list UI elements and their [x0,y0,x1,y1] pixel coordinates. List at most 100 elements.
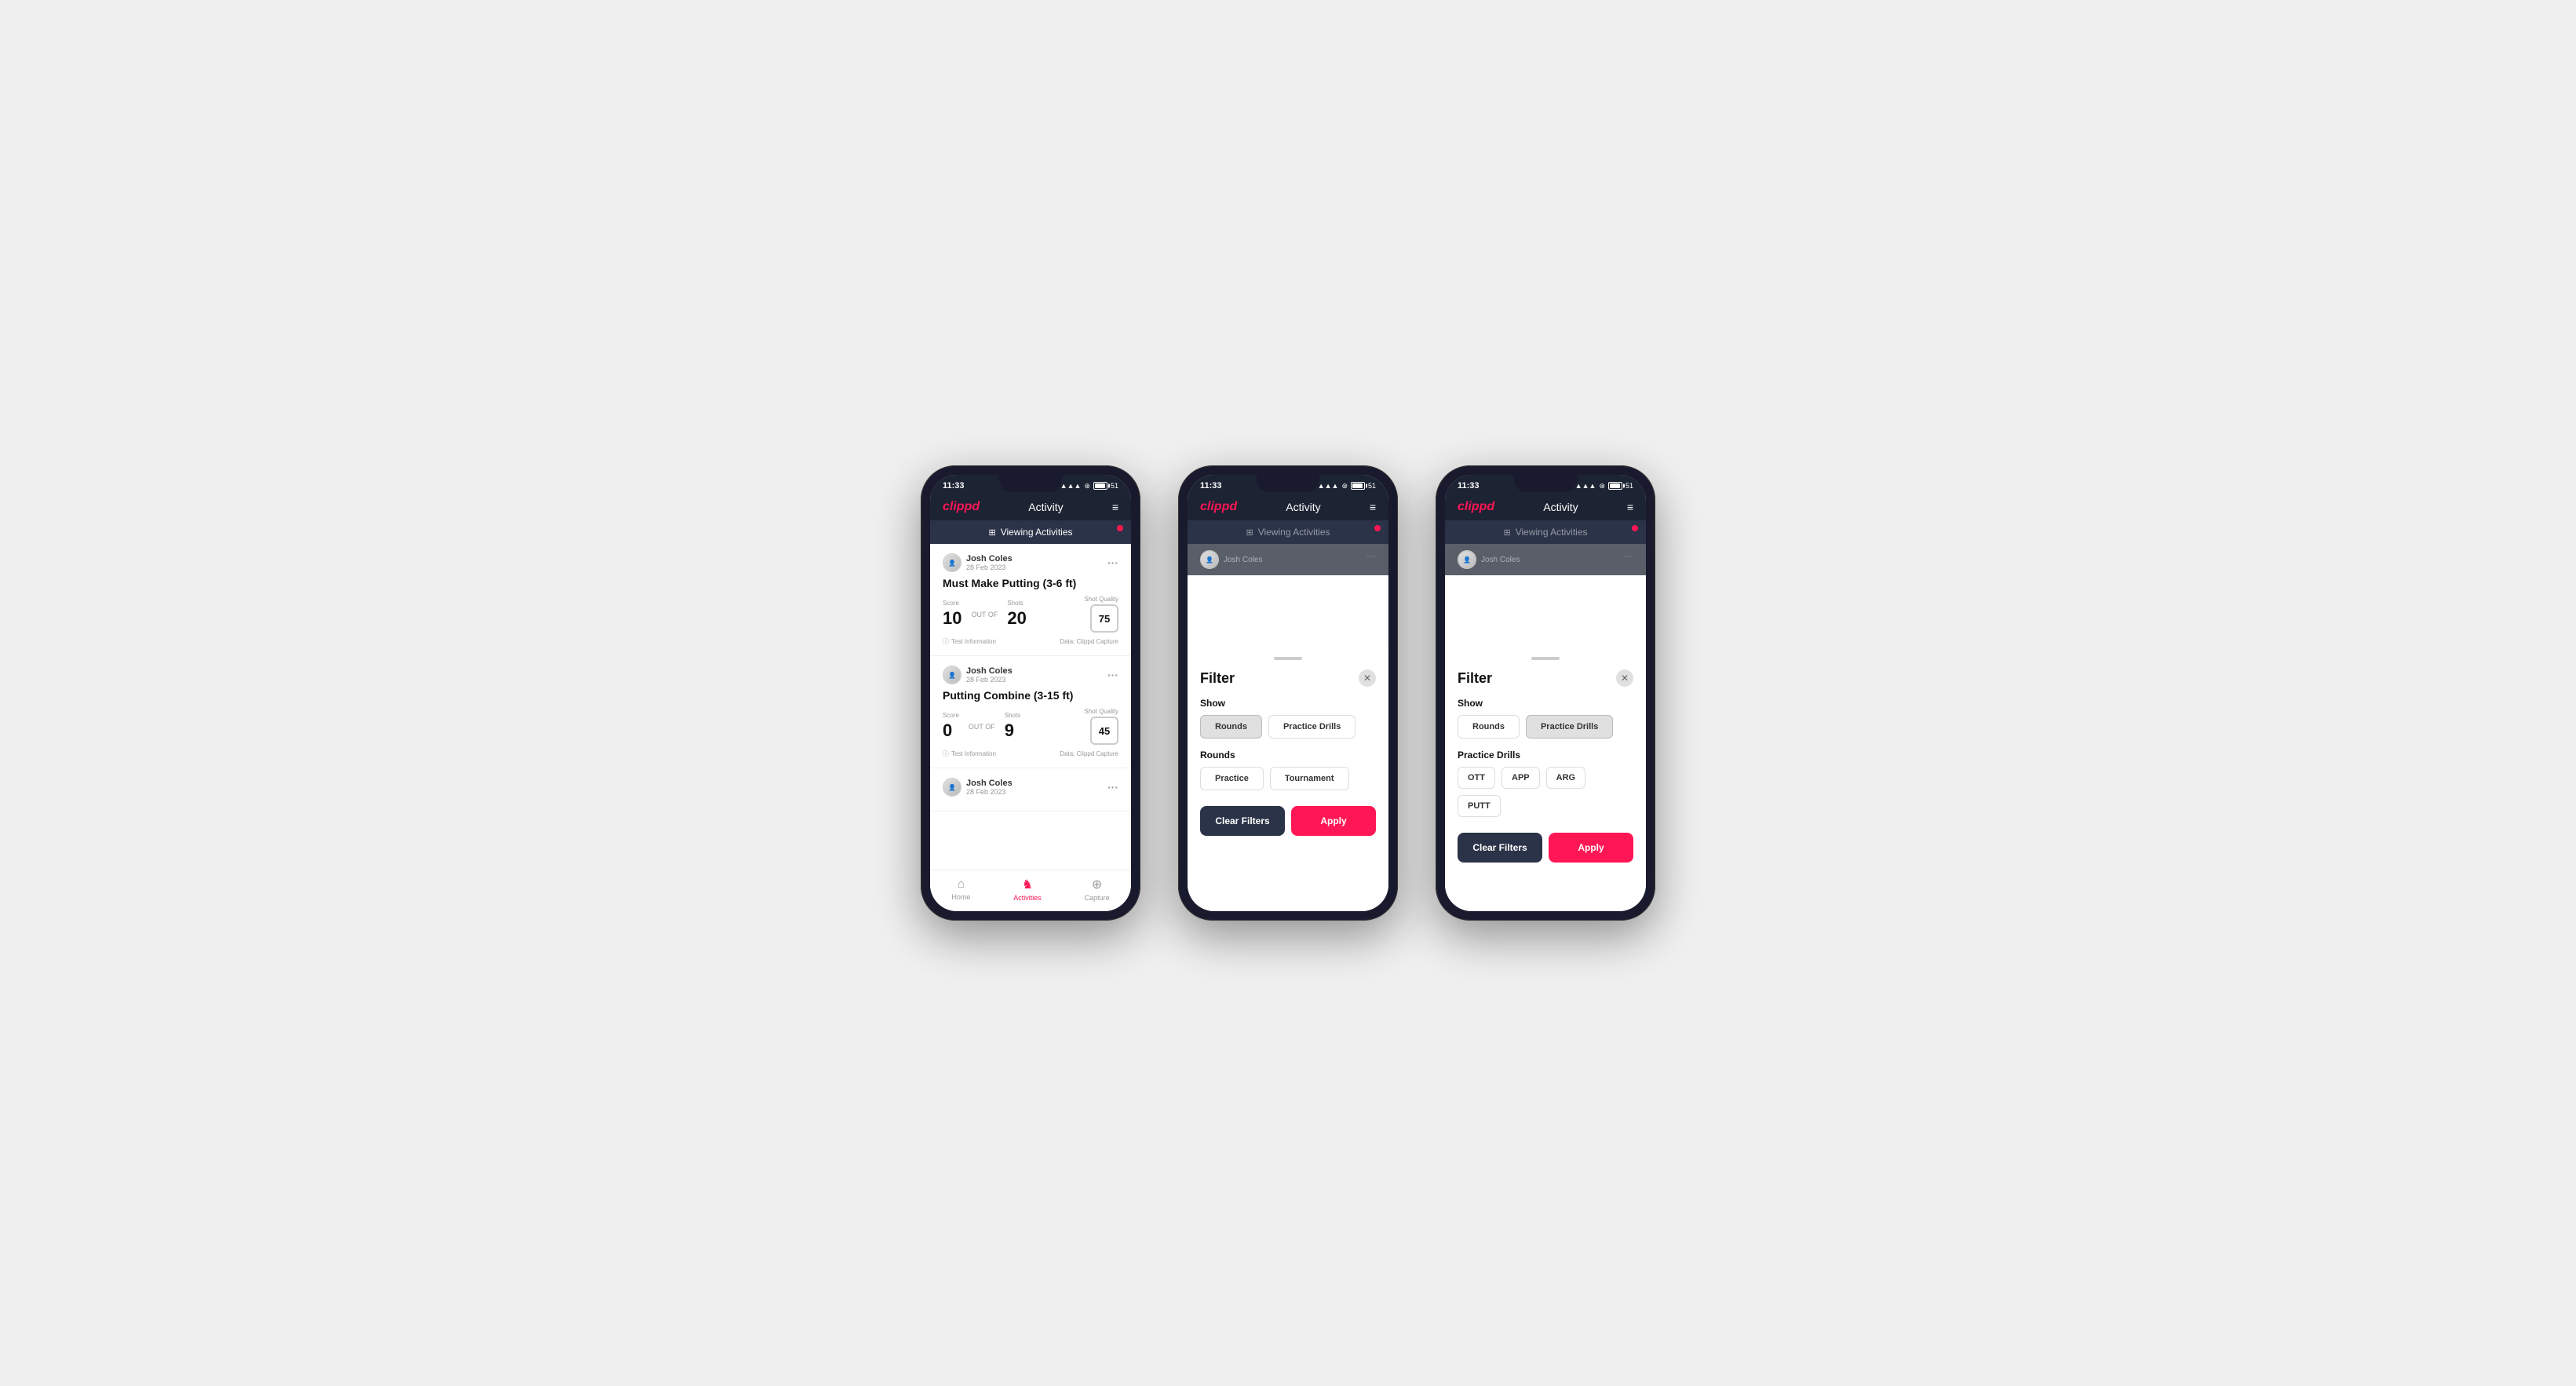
viewing-bar-text-dimmed-2: Viewing Activities [1258,527,1330,538]
dimmed-viewing-bar-3: ⊞ Viewing Activities [1445,520,1646,544]
phone-filter-drills: 11:33 ▲▲▲ ⊛ 51 clippd Activity ≡ [1436,465,1655,921]
show-drills-btn-3[interactable]: Practice Drills [1526,715,1613,739]
shots-value-2: 9 [1005,720,1014,740]
avatar-1: 👤 [943,553,961,572]
user-date-2: 28 Feb 2023 [966,676,1013,684]
modal-handle-3 [1531,657,1560,660]
hamburger-icon[interactable]: ≡ [1112,501,1118,513]
close-button-2[interactable]: ✕ [1359,669,1376,687]
drill-app[interactable]: APP [1501,767,1540,789]
filter-icon: ⊞ [988,527,995,538]
nav-activities[interactable]: ♞ Activities [1013,877,1042,902]
wifi-icon-2: ⊛ [1341,482,1348,491]
app-title-2: Activity [1286,501,1320,513]
show-rounds-btn-2[interactable]: Rounds [1200,715,1262,739]
dimmed-dots-2: ··· [1366,550,1376,569]
battery-icon-3 [1608,482,1622,490]
app-header-2: clippd Activity ≡ [1188,494,1388,520]
viewing-activities-bar[interactable]: ⊞ Viewing Activities [930,520,1131,544]
phone-filter-rounds: 11:33 ▲▲▲ ⊛ 51 clippd Activity ≡ [1178,465,1398,921]
status-icons: ▲▲▲ ⊛ 51 [1060,482,1118,491]
filter-modal-2: Filter ✕ Show Rounds Practice Drills Rou… [1188,644,1388,911]
more-options-1[interactable]: ··· [1107,556,1118,569]
clear-filters-btn-2[interactable]: Clear Filters [1200,806,1285,836]
signal-icon-3: ▲▲▲ [1575,482,1596,490]
show-label-3: Show [1458,698,1633,709]
drill-ott[interactable]: OTT [1458,767,1495,789]
activity-title-2: Putting Combine (3-15 ft) [943,689,1118,702]
battery-percent: 51 [1111,482,1118,490]
hamburger-icon-3[interactable]: ≡ [1627,501,1633,513]
status-time-3: 11:33 [1458,481,1480,491]
dimmed-avatar-2: 👤 [1200,550,1219,569]
modal-handle-2 [1274,657,1302,660]
activity-card-3: 👤 Josh Coles 28 Feb 2023 ··· [930,768,1131,812]
dimmed-viewing-bar-2: ⊞ Viewing Activities [1188,520,1388,544]
clear-filters-btn-3[interactable]: Clear Filters [1458,833,1542,863]
modal-footer-2: Clear Filters Apply [1200,806,1376,836]
more-options-3[interactable]: ··· [1107,781,1118,793]
dimmed-avatar-3: 👤 [1458,550,1476,569]
nav-activities-label: Activities [1013,894,1042,902]
dimmed-dots-3: ··· [1624,550,1633,569]
avatar-2: 👤 [943,666,961,684]
activity-card-2: 👤 Josh Coles 28 Feb 2023 ··· Putting Com… [930,656,1131,768]
app-logo-2: clippd [1200,500,1237,514]
nav-home-label: Home [951,893,970,901]
filter-icon-dimmed-3: ⊞ [1503,527,1510,538]
show-buttons-2: Rounds Practice Drills [1200,715,1376,739]
card-footer-1: ⓘ Test Information Data: Clippd Capture [943,637,1118,646]
hamburger-icon-2[interactable]: ≡ [1370,501,1376,513]
status-time: 11:33 [943,481,965,491]
dimmed-card-header-2: 👤 Josh Coles ··· [1188,544,1388,575]
dimmed-card-header-3: 👤 Josh Coles ··· [1445,544,1646,575]
filter-dot-2 [1374,525,1381,531]
user-date-1: 28 Feb 2023 [966,564,1013,571]
score-value-1: 10 [943,608,961,628]
test-info-1: ⓘ Test Information [943,637,996,646]
filter-icon-dimmed-2: ⊞ [1246,527,1253,538]
filter-active-dot [1117,525,1123,531]
modal-wrapper-2: ⊞ Viewing Activities 👤 Josh Coles ··· Fi… [1188,520,1388,911]
drills-label-3: Practice Drills [1458,750,1633,760]
home-icon: ⌂ [958,877,965,892]
viewing-bar-text-dimmed-3: Viewing Activities [1516,527,1588,538]
shots-label-1: Shots [1007,600,1026,607]
status-icons-2: ▲▲▲ ⊛ 51 [1318,482,1376,491]
rounds-buttons-2: Practice Tournament [1200,767,1376,790]
card-header-1: 👤 Josh Coles 28 Feb 2023 ··· [943,553,1118,572]
activity-title-1: Must Make Putting (3-6 ft) [943,577,1118,589]
score-label-1: Score [943,600,961,607]
avatar-3: 👤 [943,778,961,797]
apply-btn-2[interactable]: Apply [1291,806,1376,836]
signal-icon-2: ▲▲▲ [1318,482,1339,490]
app-header: clippd Activity ≡ [930,494,1131,520]
drill-putt[interactable]: PUTT [1458,795,1501,817]
show-drills-btn-2[interactable]: Practice Drills [1268,715,1356,739]
drill-arg[interactable]: ARG [1546,767,1585,789]
status-bar: 11:33 ▲▲▲ ⊛ 51 [930,475,1131,494]
card-header-2: 👤 Josh Coles 28 Feb 2023 ··· [943,666,1118,684]
phone-activity: 11:33 ▲▲▲ ⊛ 51 clippd Activity ≡ ⊞ [921,465,1140,921]
modal-header-3: Filter ✕ [1458,669,1633,687]
nav-home[interactable]: ⌂ Home [951,877,970,901]
status-bar-2: 11:33 ▲▲▲ ⊛ 51 [1188,475,1388,494]
more-options-2[interactable]: ··· [1107,669,1118,681]
bottom-nav: ⌂ Home ♞ Activities ⊕ Capture [930,870,1131,911]
battery-percent-3: 51 [1626,482,1633,490]
user-info-1: 👤 Josh Coles 28 Feb 2023 [943,553,1013,572]
tournament-btn-2[interactable]: Tournament [1270,767,1349,790]
show-rounds-btn-3[interactable]: Rounds [1458,715,1520,739]
signal-icon: ▲▲▲ [1060,482,1082,490]
show-label-2: Show [1200,698,1376,709]
avatar-img-1: 👤 [943,554,961,571]
close-button-3[interactable]: ✕ [1616,669,1633,687]
apply-btn-3[interactable]: Apply [1549,833,1633,863]
practice-btn-2[interactable]: Practice [1200,767,1264,790]
notch [999,475,1062,492]
user-name-3: Josh Coles [966,779,1013,788]
nav-capture[interactable]: ⊕ Capture [1085,877,1110,902]
activity-list: 👤 Josh Coles 28 Feb 2023 ··· Must Make P… [930,544,1131,870]
app-header-3: clippd Activity ≡ [1445,494,1646,520]
shots-value-1: 20 [1007,608,1026,628]
